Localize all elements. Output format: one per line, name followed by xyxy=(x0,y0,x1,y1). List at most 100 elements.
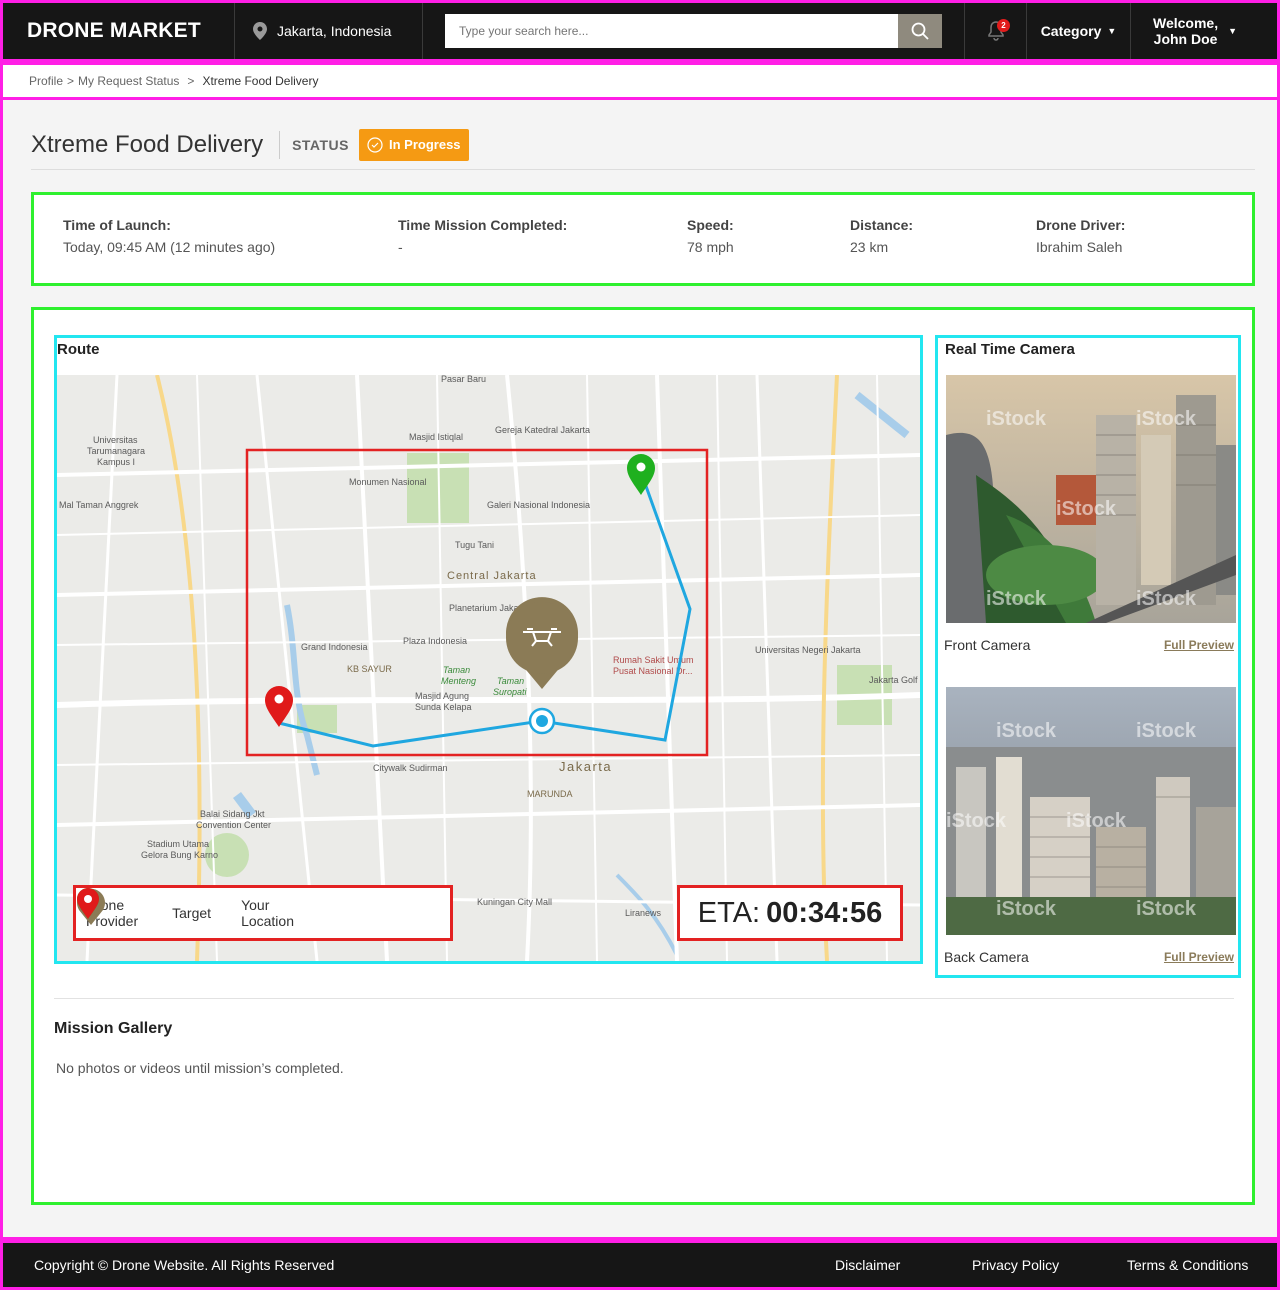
map-label: Taman xyxy=(443,665,470,675)
footer: Copyright © Drone Website. All Rights Re… xyxy=(0,1240,1280,1290)
footer-link-terms[interactable]: Terms & Conditions xyxy=(1127,1257,1248,1273)
watermark: iStock xyxy=(1136,408,1197,430)
route-panel: Route Pasar Baru Masjid Istiqlal Gereja … xyxy=(54,335,923,964)
search-icon xyxy=(911,22,929,40)
watermark: iStock xyxy=(946,810,1007,832)
info-label: Drone Driver: xyxy=(1036,217,1126,233)
watermark: iStock xyxy=(986,408,1047,430)
route-map[interactable]: Pasar Baru Masjid Istiqlal Gereja Katedr… xyxy=(57,375,920,961)
map-label: Citywalk Sudirman xyxy=(373,763,448,773)
map-label: Tarumanagara xyxy=(87,446,145,456)
location-label: Jakarta, Indonesia xyxy=(277,23,392,39)
map-label: Masjid Agung xyxy=(415,691,469,701)
notification-badge: 2 xyxy=(997,19,1010,32)
map-pin-icon xyxy=(253,22,267,40)
location-selector[interactable]: Jakarta, Indonesia xyxy=(235,3,423,59)
search-button[interactable] xyxy=(898,14,942,48)
map-label: Liranews xyxy=(625,908,662,918)
info-label: Distance: xyxy=(850,217,914,233)
watermark: iStock xyxy=(1136,720,1197,742)
legend-label: Target xyxy=(172,905,212,921)
front-camera-feed[interactable]: iStock iStock iStock iStock iStock xyxy=(946,375,1236,623)
info-value: - xyxy=(398,239,403,255)
info-label: Speed: xyxy=(687,217,734,233)
map-label: Gereja Katedral Jakarta xyxy=(495,425,590,435)
map-label: Convention Center xyxy=(196,820,271,830)
info-value: 78 mph xyxy=(687,239,734,255)
map-label: Pasar Baru xyxy=(441,375,486,384)
footer-link-privacy-policy[interactable]: Privacy Policy xyxy=(972,1257,1059,1273)
caret-down-icon: ▼ xyxy=(1107,26,1117,36)
user-menu[interactable]: Welcome, John Doe ▼ xyxy=(1131,3,1277,59)
map-label: Universitas Negeri Jakarta xyxy=(755,645,861,655)
route-title: Route xyxy=(57,341,100,358)
back-camera-full-preview-link[interactable]: Full Preview xyxy=(1164,950,1234,964)
mission-info: Time of Launch: Today, 09:45 AM (12 minu… xyxy=(31,192,1255,286)
page-title: Xtreme Food Delivery xyxy=(31,130,281,159)
title-row: Xtreme Food Delivery STATUS In Progress xyxy=(31,120,1255,170)
map-label: Central Jakarta xyxy=(447,570,537,582)
watermark: iStock xyxy=(996,720,1057,742)
breadcrumb-my-request-status[interactable]: My Request Status xyxy=(78,74,179,88)
map-label: MARUNDA xyxy=(527,789,573,799)
map-label: Galeri Nasional Indonesia xyxy=(487,500,590,510)
status-value: In Progress xyxy=(389,137,461,152)
site-logo[interactable]: DRONE MARKET xyxy=(3,3,235,59)
map-label: Gelora Bung Karno xyxy=(141,850,218,860)
map-label: KB SAYUR xyxy=(347,664,392,674)
watermark: iStock xyxy=(986,588,1047,610)
footer-link-disclaimer[interactable]: Disclaimer xyxy=(835,1257,900,1273)
category-dropdown[interactable]: Category ▼ xyxy=(1027,3,1131,59)
welcome-text: Welcome, xyxy=(1153,15,1219,31)
info-speed: Speed: 78 mph xyxy=(687,217,734,255)
map-label: Pusat Nasional Dr... xyxy=(613,666,693,676)
camera-panel: Real Time Camera iStock iStock iStock iS… xyxy=(935,335,1241,978)
category-label: Category xyxy=(1040,23,1102,39)
search-input[interactable] xyxy=(445,14,898,48)
watermark: iStock xyxy=(1136,898,1197,920)
legend-your-location: Your Location xyxy=(77,888,294,929)
legend-target: Target xyxy=(77,888,212,921)
info-launch-time: Time of Launch: Today, 09:45 AM (12 minu… xyxy=(63,217,275,255)
watermark: iStock xyxy=(1136,588,1197,610)
front-camera-caption: Front Camera xyxy=(944,637,1031,653)
map-label: Suropati xyxy=(493,687,528,697)
map-label: Jakarta Golf xyxy=(869,675,918,685)
breadcrumb-separator: > xyxy=(187,74,195,88)
info-label: Time Mission Completed: xyxy=(398,217,568,233)
divider xyxy=(54,998,1234,999)
map-label: Kampus I xyxy=(97,457,135,467)
status-label: STATUS xyxy=(292,136,349,153)
copyright-text: Copyright © Drone Website. All Rights Re… xyxy=(34,1257,335,1273)
red-pin-icon xyxy=(77,888,99,919)
user-name: John Doe xyxy=(1153,31,1218,47)
mission-content: Route Pasar Baru Masjid Istiqlal Gereja … xyxy=(31,307,1255,1205)
back-camera-feed[interactable]: iStock iStock iStock iStock iStock iStoc… xyxy=(946,687,1236,935)
breadcrumb: Profile > My Request Status > Xtreme Foo… xyxy=(0,62,1280,100)
front-camera-image: iStock iStock iStock iStock iStock xyxy=(946,375,1236,623)
breadcrumb-current: Xtreme Food Delivery xyxy=(202,74,319,88)
watermark: iStock xyxy=(996,898,1057,920)
map-label: Taman xyxy=(497,676,524,686)
map-label: Masjid Istiqlal xyxy=(409,432,463,442)
mission-gallery-empty-text: No photos or videos until mission’s comp… xyxy=(56,1060,344,1076)
mission-gallery-title: Mission Gallery xyxy=(54,1020,173,1037)
back-camera-caption: Back Camera xyxy=(944,949,1029,965)
map-label: Mal Taman Anggrek xyxy=(59,500,139,510)
breadcrumb-profile[interactable]: Profile xyxy=(29,74,63,88)
watermark: iStock xyxy=(1066,810,1127,832)
map-label: Universitas xyxy=(93,435,138,445)
eta-label: ETA: xyxy=(697,896,761,929)
eta-value: 00:34:56 xyxy=(766,896,883,929)
camera-title: Real Time Camera xyxy=(945,341,1075,358)
main-content: Xtreme Food Delivery STATUS In Progress … xyxy=(0,100,1280,1240)
notification-button[interactable]: 2 xyxy=(965,3,1027,59)
front-camera-full-preview-link[interactable]: Full Preview xyxy=(1164,638,1234,652)
info-completed-time: Time Mission Completed: - xyxy=(398,217,567,255)
map-label: Kuningan City Mall xyxy=(477,897,552,907)
eta-box: ETA: 00:34:56 xyxy=(677,885,903,941)
top-navbar: DRONE MARKET Jakarta, Indonesia 2 Catego… xyxy=(0,0,1280,62)
map-label: Stadium Utama xyxy=(147,839,209,849)
clock-check-icon xyxy=(367,136,383,153)
breadcrumb-separator: > xyxy=(67,74,75,88)
